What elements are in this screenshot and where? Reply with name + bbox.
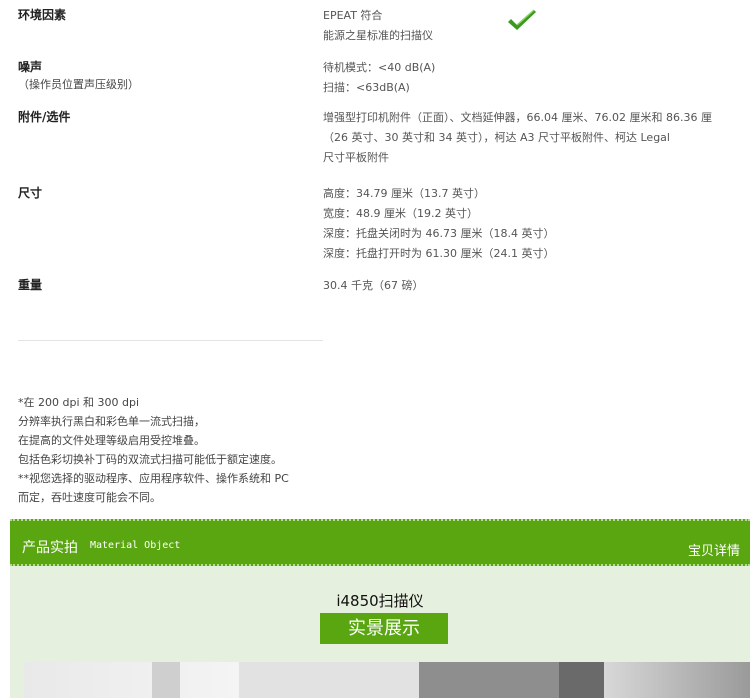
spec-label: 噪声 （操作员位置声压级别）: [18, 58, 318, 94]
section-title: 产品实拍: [22, 540, 78, 556]
divider: [18, 340, 323, 341]
footnote-line: 而定，吞吐速度可能会不同。: [18, 491, 161, 504]
spec-value-line: 深度：托盘打开时为 61.30 厘米（24.1 英寸）: [323, 247, 555, 260]
spec-row-weight: 重量 30.4 千克（67 磅）: [18, 276, 748, 298]
spec-row-environment: 环境因素 EPEAT 符合 能源之星标准的扫描仪: [18, 6, 748, 46]
spec-label-text: 噪声: [18, 60, 43, 74]
footnote-line: 包括色彩切换补丁码的双流式扫描可能低于额定速度。: [18, 453, 282, 466]
spec-label-text: 尺寸: [18, 186, 43, 200]
spec-label: 尺寸: [18, 184, 318, 202]
footnote-line: *在 200 dpi 和 300 dpi: [18, 396, 140, 409]
spec-row-accessories: 附件/选件 增强型打印机附件（正面）、文档延伸器，66.04 厘米、76.02 …: [18, 108, 748, 170]
product-photo: [24, 662, 750, 698]
spec-value: 增强型打印机附件（正面）、文档延伸器，66.04 厘米、76.02 厘米和 86…: [323, 108, 750, 168]
spec-row-dimensions: 尺寸 高度：34.79 厘米（13.7 英寸） 宽度：48.9 厘米（19.2 …: [18, 184, 748, 264]
spec-label-text: 附件/选件: [18, 110, 71, 124]
product-photo-section: 产品实拍 Material Object 宝贝详情 i4850扫描仪 实景展示: [10, 519, 750, 698]
footnote-line: 在提高的文件处理等级启用受控堆叠。: [18, 434, 205, 447]
spec-value-line: 深度：托盘关闭时为 46.73 厘米（18.4 英寸）: [323, 227, 555, 240]
spec-value-line: 尺寸平板附件: [323, 151, 389, 164]
spec-label: 附件/选件: [18, 108, 318, 126]
footnotes: *在 200 dpi 和 300 dpi 分辨率执行黑白和彩色单一流式扫描， 在…: [18, 393, 289, 507]
spec-value-line: 增强型打印机附件（正面）、文档延伸器，66.04 厘米、76.02 厘米和 86…: [323, 111, 712, 124]
section-subtitle: Material Object: [90, 540, 181, 551]
spec-value: 高度：34.79 厘米（13.7 英寸） 宽度：48.9 厘米（19.2 英寸）…: [323, 184, 750, 264]
spec-value: 30.4 千克（67 磅）: [323, 276, 750, 296]
spec-value-line: 高度：34.79 厘米（13.7 英寸）: [323, 187, 485, 200]
checkmark-icon: [508, 9, 536, 30]
spec-value-line: 扫描：<63dB(A): [323, 81, 410, 94]
spec-label-text: 重量: [18, 278, 43, 292]
footnote-line: 分辨率执行黑白和彩色单一流式扫描，: [18, 415, 205, 428]
spec-value-line: 宽度：48.9 厘米（19.2 英寸）: [323, 207, 478, 220]
section-header: 产品实拍 Material Object 宝贝详情: [10, 519, 750, 566]
spec-sublabel: （操作员位置声压级别）: [18, 78, 139, 91]
spec-label: 重量: [18, 276, 318, 294]
spec-value-line: 待机模式：<40 dB(A): [323, 61, 436, 74]
product-details-link[interactable]: 宝贝详情: [688, 540, 740, 559]
spec-label-text: 环境因素: [18, 8, 67, 22]
spec-row-noise: 噪声 （操作员位置声压级别） 待机模式：<40 dB(A) 扫描：<63dB(A…: [18, 58, 748, 98]
spec-value-line: （26 英寸、30 英寸和 34 英寸），柯达 A3 尺寸平板附件、柯达 Leg…: [323, 131, 670, 144]
spec-value: 待机模式：<40 dB(A) 扫描：<63dB(A): [323, 58, 750, 98]
product-name: i4850扫描仪: [336, 592, 424, 610]
spec-label: 环境因素: [18, 6, 318, 24]
showcase-button[interactable]: 实景展示: [320, 613, 448, 644]
footnote-line: **视您选择的驱动程序、应用程序软件、操作系统和 PC: [18, 472, 289, 485]
spec-value-line: 30.4 千克（67 磅）: [323, 279, 424, 292]
